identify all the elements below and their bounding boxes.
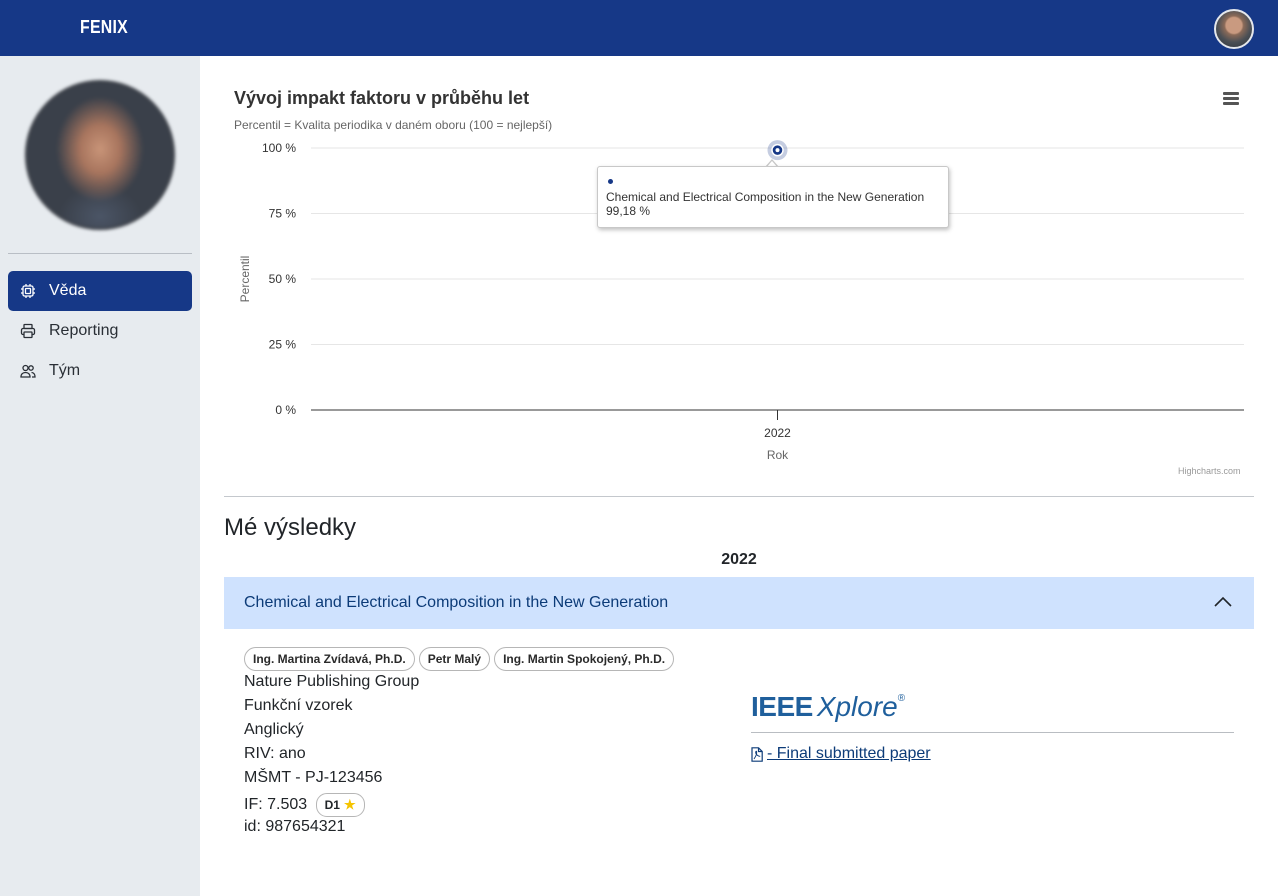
profile-photo	[25, 80, 175, 230]
y-axis-title: Percentil	[238, 256, 252, 303]
author-chip[interactable]: Ing. Martina Zvídavá, Ph.D.	[244, 647, 415, 671]
y-tick-label: 75 %	[269, 207, 297, 221]
user-avatar[interactable]	[1214, 9, 1254, 49]
data-point-center	[775, 148, 780, 153]
riv-flag: RIV: ano	[244, 745, 306, 762]
people-icon	[20, 363, 36, 379]
tooltip-series-name: Chemical and Electrical Composition in t…	[606, 190, 925, 204]
sidebar-item-label: Věda	[49, 282, 87, 299]
publication-details: Ing. Martina Zvídavá, Ph.D. Petr Malý In…	[224, 629, 1254, 849]
hamburger-icon-line	[1223, 102, 1239, 105]
sidebar-divider	[8, 253, 192, 254]
quartile-label: D1	[324, 798, 340, 812]
sidebar-item-tym[interactable]: Tým	[8, 351, 192, 391]
registered-mark: ®	[897, 693, 906, 704]
publisher: Nature Publishing Group	[244, 673, 420, 690]
grant: MŠMT - PJ-123456	[244, 769, 383, 786]
y-tick-label: 0 %	[275, 403, 296, 417]
chart-tooltip: Chemical and Electrical Composition in t…	[597, 166, 949, 228]
chart-context-menu-button[interactable]	[1220, 90, 1242, 110]
results-title: Mé výsledky	[224, 514, 357, 541]
sidebar-item-reporting[interactable]: Reporting	[8, 311, 192, 351]
links-divider	[751, 732, 1234, 733]
impact-factor-line: IF: 7.503 D1 ★	[244, 793, 365, 817]
chip-icon	[20, 283, 36, 299]
hamburger-icon	[1223, 92, 1239, 95]
y-tick-label: 25 %	[269, 338, 297, 352]
app-brand[interactable]: FENIX	[80, 17, 128, 38]
language: Anglický	[244, 721, 304, 738]
y-tick-label: 50 %	[269, 272, 297, 286]
author-list: Ing. Martina Zvídavá, Ph.D. Petr Malý In…	[244, 647, 675, 671]
publication-title: Chemical and Electrical Composition in t…	[244, 594, 669, 611]
quartile-badge: D1 ★	[315, 793, 365, 817]
final-paper-label: - Final submitted paper	[767, 745, 931, 762]
highcharts-credit[interactable]: Highcharts.com	[1178, 466, 1241, 476]
top-navbar: FENIX	[0, 0, 1278, 56]
ieee-xplore-logo[interactable]: IEEE Xplore®	[751, 691, 905, 723]
section-divider	[224, 496, 1254, 497]
result-type: Funkční vzorek	[244, 697, 353, 714]
sidebar-item-label: Tým	[49, 362, 81, 379]
hamburger-icon-line	[1223, 97, 1239, 100]
tooltip-series-dot	[608, 179, 613, 184]
ieee-logo-text: IEEE	[751, 691, 813, 722]
sidebar: Věda Reporting Tým	[0, 56, 200, 896]
y-tick-label: 100 %	[262, 141, 296, 155]
sidebar-item-label: Reporting	[49, 322, 119, 339]
impact-factor: IF: 7.503	[244, 796, 308, 814]
result-id: id: 987654321	[244, 818, 346, 835]
x-tick-label: 2022	[764, 426, 791, 440]
x-axis-title: Rok	[767, 448, 789, 462]
xplore-logo-text: Xplore	[816, 691, 898, 722]
author-chip[interactable]: Ing. Martin Spokojený, Ph.D.	[494, 647, 675, 671]
final-paper-link[interactable]: - Final submitted paper	[751, 745, 931, 763]
chart-title: Vývoj impakt faktoru v průběhu let	[234, 88, 530, 108]
printer-icon	[20, 323, 36, 339]
year-heading: 2022	[721, 551, 757, 568]
author-chip[interactable]: Petr Malý	[418, 647, 491, 671]
tooltip-value: 99,18 %	[606, 204, 651, 218]
star-icon: ★	[343, 797, 356, 812]
pdf-file-icon	[751, 746, 763, 762]
sidebar-item-veda[interactable]: Věda	[8, 271, 192, 311]
publication-accordion-header[interactable]: Chemical and Electrical Composition in t…	[224, 577, 1254, 629]
chevron-up-icon[interactable]	[1214, 596, 1232, 608]
